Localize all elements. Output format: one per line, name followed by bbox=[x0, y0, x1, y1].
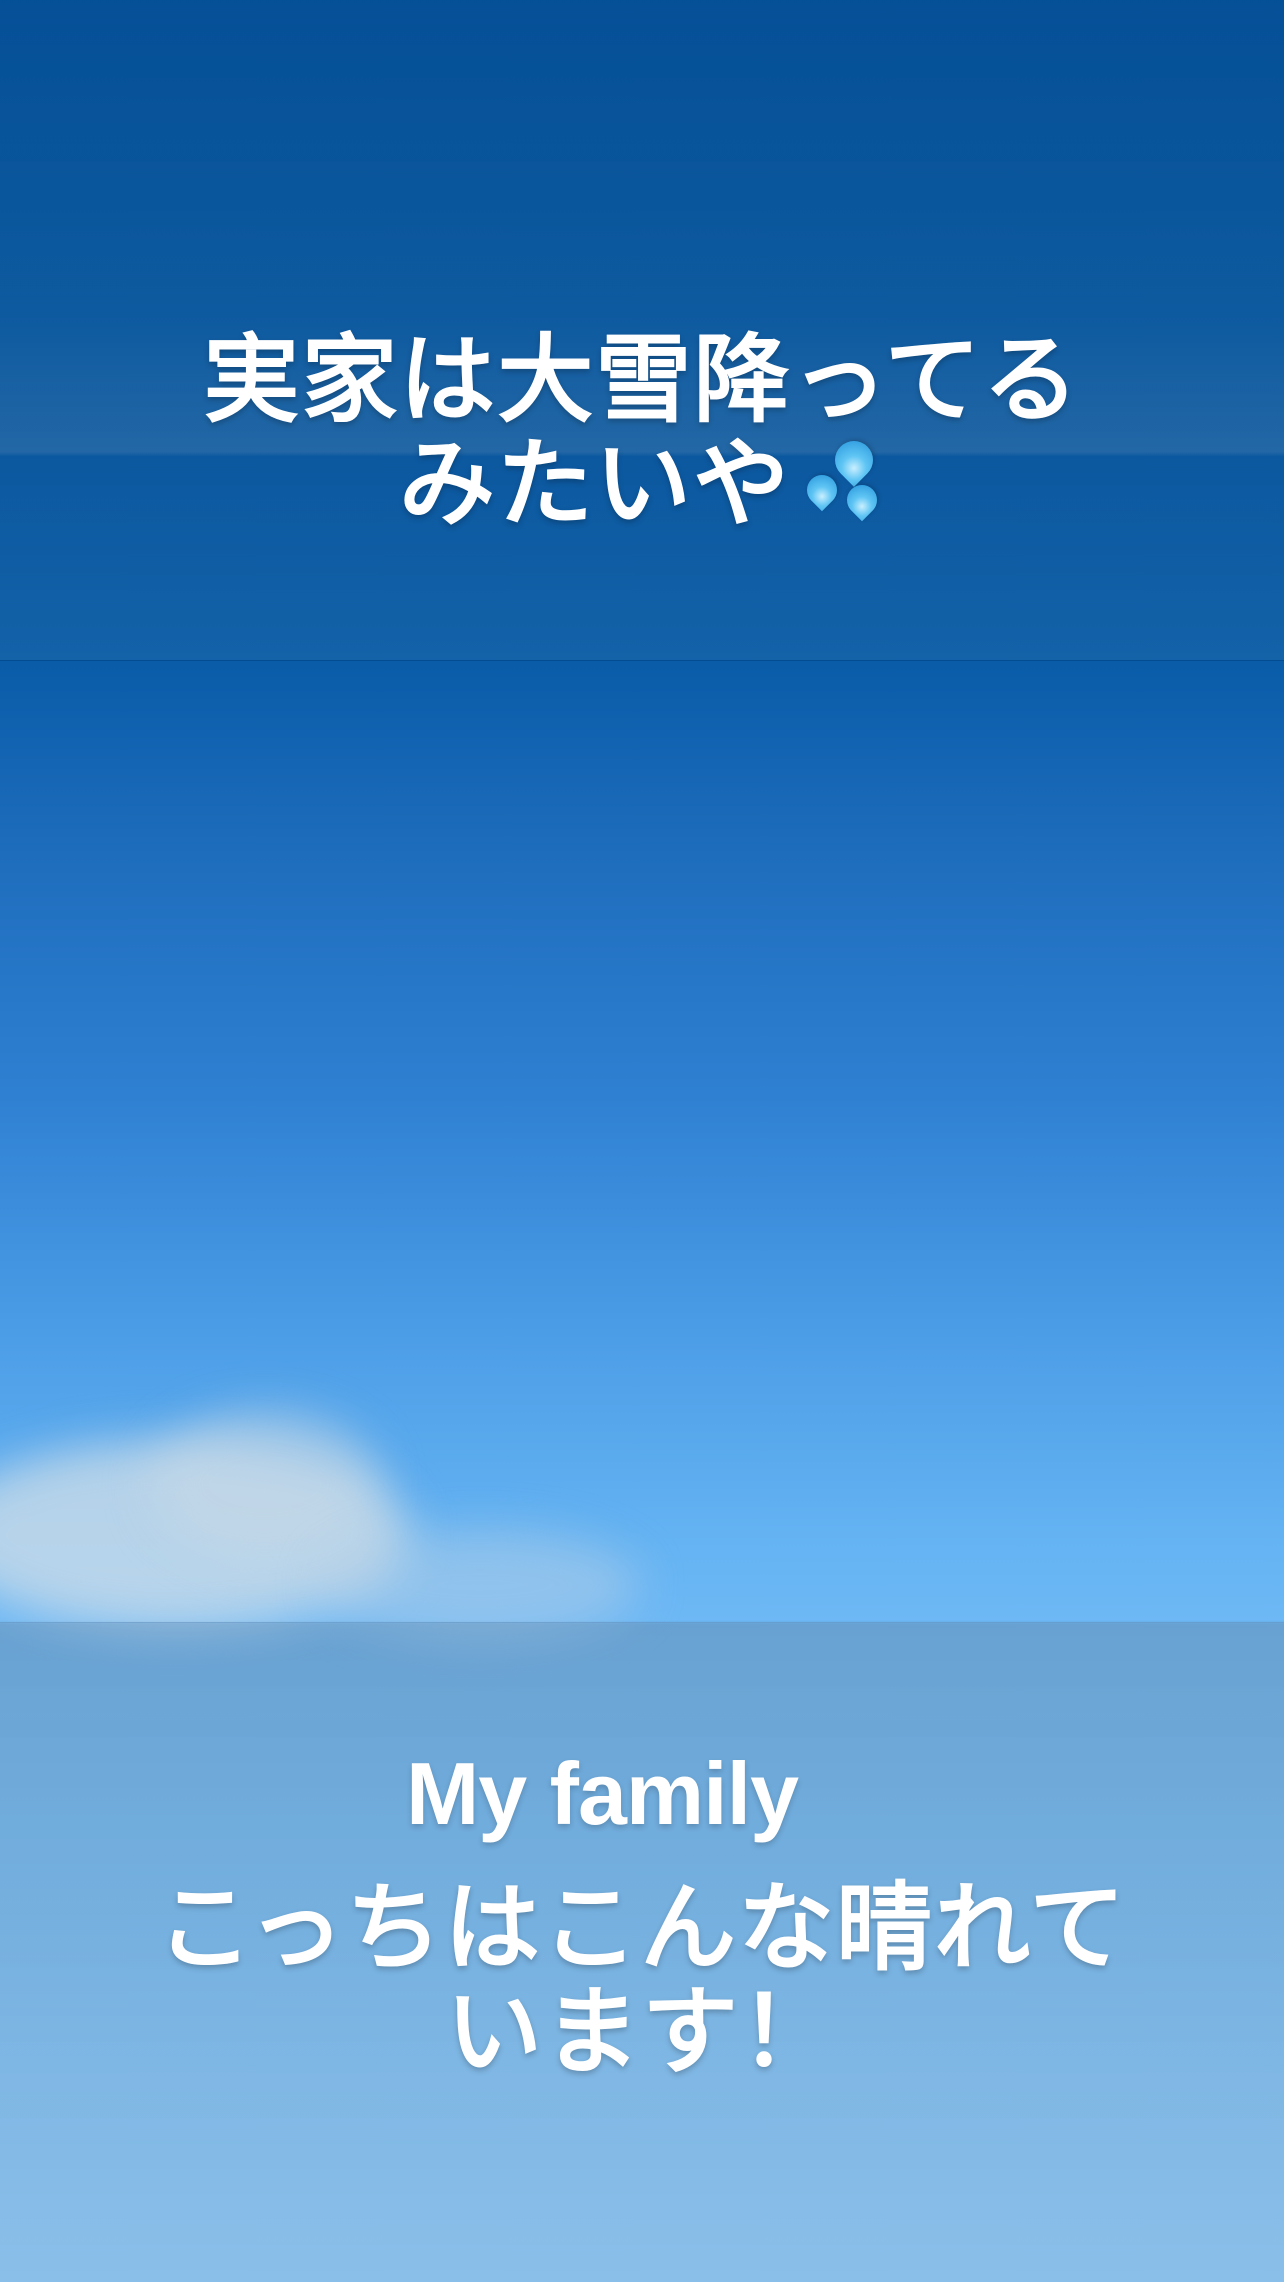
top-caption: 実家は大雪降ってる みたいや bbox=[0, 328, 1284, 536]
bottom-caption: こっちはこんな晴れて います！ bbox=[0, 1876, 1284, 2084]
bottom-caption-line-1: こっちはこんな晴れて bbox=[156, 1872, 1128, 1984]
english-label: My family bbox=[405, 1744, 799, 1843]
top-caption-line-2: みたいや bbox=[0, 432, 1284, 536]
top-caption-line-1: 実家は大雪降ってる bbox=[203, 324, 1081, 436]
bottom-caption-line-2: います！ bbox=[446, 1976, 838, 2088]
story-screen: 実家は大雪降ってる みたいや My family こっちはこんな晴れて います！ bbox=[0, 0, 1284, 2282]
cloud bbox=[150, 1410, 380, 1560]
sweat-droplets-icon bbox=[799, 433, 885, 523]
top-caption-line-2-text: みたいや bbox=[399, 428, 791, 540]
